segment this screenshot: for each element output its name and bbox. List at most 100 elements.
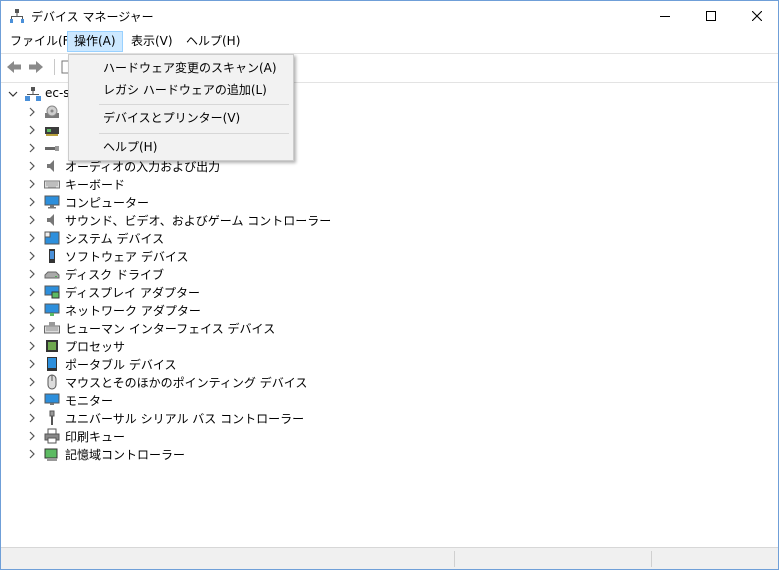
chevron-right-icon[interactable] bbox=[27, 430, 37, 442]
menu-action[interactable]: 操作(A) bbox=[67, 31, 123, 52]
tree-item-label: 印刷キュー bbox=[65, 430, 126, 444]
processor-icon bbox=[46, 340, 58, 352]
tree-item-display-adapters[interactable]: ディスプレイ アダプター bbox=[1, 283, 778, 301]
minimize-icon bbox=[660, 16, 670, 17]
tree-item-keyboards[interactable]: キーボード bbox=[1, 175, 778, 193]
computer-root-icon bbox=[25, 87, 41, 101]
tree-item-label: キーボード bbox=[65, 178, 126, 192]
chevron-right-icon[interactable] bbox=[27, 448, 37, 460]
display-adapter-icon bbox=[44, 285, 60, 299]
close-icon bbox=[752, 11, 762, 21]
menu-view[interactable]: 表示(V) bbox=[125, 31, 179, 52]
menu-item-label: ヘルプ(H) bbox=[103, 140, 158, 154]
tree-item-mice[interactable]: マウスとそのほかのポインティング デバイス bbox=[1, 373, 778, 391]
tree-item-label: ポータブル デバイス bbox=[65, 358, 177, 372]
menu-item-label: デバイスとプリンター(V) bbox=[103, 111, 241, 125]
hid-icon bbox=[44, 322, 60, 334]
portable-device-icon bbox=[47, 357, 57, 371]
system-devices-icon bbox=[44, 231, 60, 245]
minimize-button[interactable] bbox=[642, 1, 688, 31]
menu-item-label: レガシ ハードウェアの追加(L) bbox=[103, 83, 267, 97]
tree-item-usb-controllers[interactable]: ユニバーサル シリアル バス コントローラー bbox=[1, 409, 778, 427]
back-arrow-icon[interactable] bbox=[5, 58, 23, 76]
tree-item-label: サウンド、ビデオ、およびゲーム コントローラー bbox=[65, 214, 332, 228]
chevron-right-icon[interactable] bbox=[27, 196, 37, 208]
tree-item-label: プロセッサ bbox=[65, 340, 126, 354]
chevron-right-icon[interactable] bbox=[27, 412, 37, 424]
device-manager-window: デバイス マネージャー ファイル(F) 操作(A) 表示(V) ヘルプ(H) e… bbox=[0, 0, 779, 570]
chevron-right-icon[interactable] bbox=[27, 214, 37, 226]
close-button[interactable] bbox=[734, 1, 778, 31]
storage-controller-icon bbox=[44, 448, 58, 461]
tree-item-label: ネットワーク アダプター bbox=[65, 304, 201, 318]
tree-item-sound-video-game[interactable]: サウンド、ビデオ、およびゲーム コントローラー bbox=[1, 211, 778, 229]
status-bar bbox=[1, 547, 778, 569]
mouse-icon bbox=[47, 374, 57, 390]
usb-device-icon bbox=[45, 146, 59, 151]
chevron-right-icon[interactable] bbox=[27, 394, 37, 406]
chevron-right-icon[interactable] bbox=[27, 358, 37, 370]
usb-icon bbox=[49, 410, 55, 425]
chevron-right-icon[interactable] bbox=[27, 286, 37, 298]
tree-item-label: コンピューター bbox=[65, 196, 150, 210]
computer-icon bbox=[44, 195, 60, 209]
tree-item-network-adapters[interactable]: ネットワーク アダプター bbox=[1, 301, 778, 319]
menu-separator bbox=[99, 104, 289, 105]
window-title: デバイス マネージャー bbox=[31, 10, 154, 24]
tree-item-label: システム デバイス bbox=[65, 232, 165, 246]
menu-help[interactable]: ヘルプ(H) bbox=[180, 31, 246, 52]
menu-separator bbox=[99, 133, 289, 134]
tree-item-monitors[interactable]: モニター bbox=[1, 391, 778, 409]
chevron-right-icon[interactable] bbox=[27, 106, 37, 118]
tree-item-portable-devices[interactable]: ポータブル デバイス bbox=[1, 355, 778, 373]
speaker-icon bbox=[47, 160, 54, 172]
tree-item-computer[interactable]: コンピューター bbox=[1, 193, 778, 211]
tree-item-label: ヒューマン インターフェイス デバイス bbox=[65, 322, 276, 336]
tree-item-label: ユニバーサル シリアル バス コントローラー bbox=[65, 412, 305, 426]
tree-item-system-devices[interactable]: システム デバイス bbox=[1, 229, 778, 247]
chevron-right-icon[interactable] bbox=[27, 304, 37, 316]
tree-item-hid[interactable]: ヒューマン インターフェイス デバイス bbox=[1, 319, 778, 337]
keyboard-icon bbox=[44, 180, 60, 189]
device-manager-app-icon bbox=[10, 9, 24, 23]
menu-item-add-legacy-hardware[interactable]: レガシ ハードウェアの追加(L) bbox=[71, 79, 291, 101]
chevron-down-icon[interactable] bbox=[8, 88, 18, 100]
status-divider bbox=[651, 551, 652, 567]
chevron-right-icon[interactable] bbox=[27, 340, 37, 352]
tree-root-label: ec-s bbox=[45, 86, 70, 100]
chevron-right-icon[interactable] bbox=[27, 160, 37, 172]
chevron-right-icon[interactable] bbox=[27, 232, 37, 244]
chevron-right-icon[interactable] bbox=[27, 142, 37, 154]
network-adapter-icon bbox=[44, 303, 60, 316]
status-divider bbox=[454, 551, 455, 567]
tree-item-label: 記憶域コントローラー bbox=[65, 448, 186, 462]
menu-bar: ファイル(F) 操作(A) 表示(V) ヘルプ(H) bbox=[1, 31, 778, 52]
menu-item-label: ハードウェア変更のスキャン(A) bbox=[103, 61, 277, 75]
tree-item-disk-drives[interactable]: ディスク ドライブ bbox=[1, 265, 778, 283]
action-menu-dropdown: ハードウェア変更のスキャン(A) レガシ ハードウェアの追加(L) デバイスとプ… bbox=[68, 54, 294, 161]
menu-item-scan-hardware[interactable]: ハードウェア変更のスキャン(A) bbox=[71, 57, 291, 79]
speaker-icon bbox=[47, 214, 54, 226]
dvd-drive-icon bbox=[45, 105, 59, 118]
tree-item-label: ディスプレイ アダプター bbox=[65, 286, 200, 300]
menu-item-help[interactable]: ヘルプ(H) bbox=[71, 136, 291, 158]
maximize-button[interactable] bbox=[688, 1, 734, 31]
chevron-right-icon[interactable] bbox=[27, 250, 37, 262]
chevron-right-icon[interactable] bbox=[27, 178, 37, 190]
tree-item-label: マウスとそのほかのポインティング デバイス bbox=[65, 376, 308, 390]
tree-item-label: ディスク ドライブ bbox=[65, 268, 164, 282]
tree-item-label: ソフトウェア デバイス bbox=[65, 250, 189, 264]
tree-item-print-queues[interactable]: 印刷キュー bbox=[1, 427, 778, 445]
menu-item-devices-and-printers[interactable]: デバイスとプリンター(V) bbox=[71, 107, 291, 129]
tree-item-software-devices[interactable]: ソフトウェア デバイス bbox=[1, 247, 778, 265]
tree-item-processors[interactable]: プロセッサ bbox=[1, 337, 778, 355]
chevron-right-icon[interactable] bbox=[27, 376, 37, 388]
maximize-icon bbox=[706, 11, 716, 21]
forward-arrow-icon[interactable] bbox=[27, 58, 45, 76]
toolbar-separator bbox=[54, 59, 55, 75]
chevron-right-icon[interactable] bbox=[27, 124, 37, 136]
tree-item-label: モニター bbox=[65, 394, 114, 408]
chevron-right-icon[interactable] bbox=[27, 268, 37, 280]
tree-item-storage-controllers[interactable]: 記憶域コントローラー bbox=[1, 445, 778, 463]
chevron-right-icon[interactable] bbox=[27, 322, 37, 334]
